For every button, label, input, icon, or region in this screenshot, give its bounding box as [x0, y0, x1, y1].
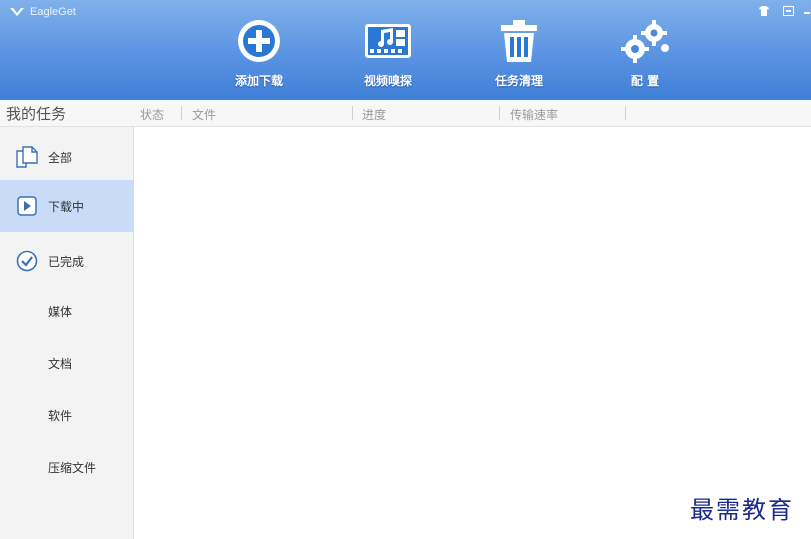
- add-download-label: 添加下载: [234, 74, 283, 88]
- play-icon: [17, 196, 37, 216]
- column-separator: [352, 106, 353, 120]
- skin-button[interactable]: [755, 4, 773, 18]
- documents-icon: [16, 146, 38, 168]
- toolbar: EagleGet 添加下载 视频嗅探 任务清理 配 置: [0, 0, 811, 101]
- column-status[interactable]: 状态: [140, 106, 164, 123]
- window-controls: [749, 4, 811, 18]
- video-music-icon: [365, 24, 411, 58]
- sidebar-item-completed[interactable]: 已完成: [0, 235, 133, 287]
- sidebar-item-media[interactable]: 媒体: [48, 303, 72, 320]
- settings-button[interactable]: 配 置: [600, 18, 690, 89]
- sidebar-item-downloading[interactable]: 下载中: [0, 180, 133, 232]
- sidebar-item-software[interactable]: 软件: [48, 407, 72, 424]
- column-speed[interactable]: 传输速率: [510, 106, 558, 123]
- sidebar-item-downloading-label: 下载中: [48, 199, 85, 214]
- sidebar-item-documents[interactable]: 文档: [48, 355, 72, 372]
- add-download-button[interactable]: 添加下载: [214, 18, 304, 89]
- column-separator: [499, 106, 500, 120]
- column-file[interactable]: 文件: [192, 106, 216, 123]
- task-cleanup-button[interactable]: 任务清理: [474, 18, 564, 89]
- trash-icon: [501, 20, 537, 62]
- sidebar-item-completed-label: 已完成: [48, 254, 85, 269]
- task-list-area[interactable]: [134, 127, 811, 539]
- add-icon: [238, 20, 280, 62]
- task-list-header: 我的任务 状态 文件 进度 传输速率: [0, 100, 811, 127]
- sidebar-item-all[interactable]: 全部: [0, 131, 133, 183]
- eagle-logo-icon: [10, 8, 24, 16]
- settings-label: 配 置: [630, 74, 660, 88]
- watermark-text: 最需教育: [690, 496, 794, 524]
- my-tasks-title: 我的任务: [6, 105, 67, 123]
- sidebar: 全部 下载中 已完成 媒体 文档 软件 压缩文件: [0, 127, 134, 539]
- video-sniff-button[interactable]: 视频嗅探: [343, 18, 433, 89]
- column-progress[interactable]: 进度: [362, 106, 386, 123]
- minimize-button[interactable]: [803, 4, 811, 18]
- menu-button[interactable]: [779, 4, 797, 18]
- task-cleanup-label: 任务清理: [494, 74, 543, 88]
- check-circle-icon: [16, 250, 38, 272]
- menu-box-icon: [782, 6, 794, 16]
- app-title: EagleGet: [30, 6, 76, 18]
- minimize-icon: [804, 12, 810, 14]
- app-logo: EagleGet: [10, 6, 76, 18]
- sidebar-item-archives[interactable]: 压缩文件: [48, 459, 96, 476]
- gears-icon: [621, 20, 669, 63]
- sidebar-item-all-label: 全部: [48, 150, 73, 165]
- video-sniff-label: 视频嗅探: [363, 74, 412, 88]
- shirt-icon: [759, 6, 769, 16]
- column-separator: [625, 106, 626, 120]
- column-separator: [181, 106, 182, 120]
- eagleget-window: EagleGet 添加下载 视频嗅探 任务清理 配 置 我的任务 状态 文件 进…: [0, 0, 811, 539]
